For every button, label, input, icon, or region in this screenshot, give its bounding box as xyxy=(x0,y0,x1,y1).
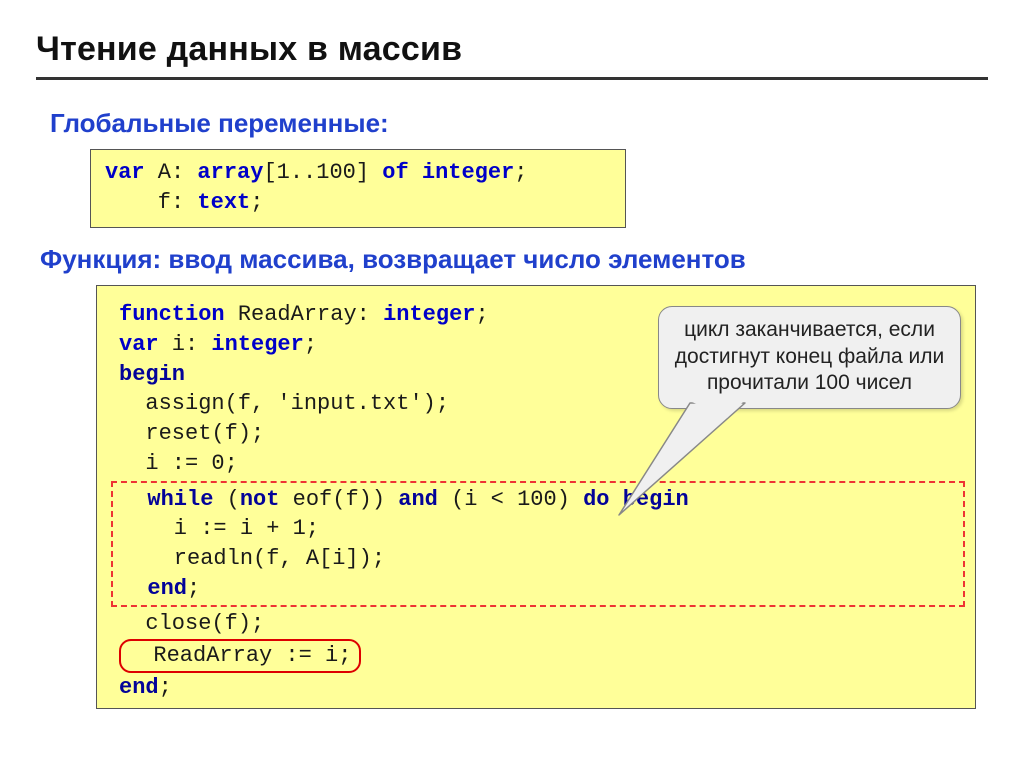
code-line: i := i + 1; xyxy=(121,514,957,544)
page-title: Чтение данных в массив xyxy=(36,30,988,80)
code-line: var A: array[1..100] of integer; xyxy=(105,158,611,188)
subhead-function: Функция: ввод массива, возвращает число … xyxy=(40,244,988,275)
code-box-globals: var A: array[1..100] of integer; f: text… xyxy=(90,149,626,228)
while-loop-highlight: while (not eof(f)) and (i < 100) do begi… xyxy=(111,481,965,608)
code-line: readln(f, A[i]); xyxy=(121,544,957,574)
code-line: end; xyxy=(121,574,957,604)
code-line: ReadArray := i; xyxy=(119,639,959,673)
slide: Чтение данных в массив Глобальные переме… xyxy=(0,0,1024,709)
code-line: while (not eof(f)) and (i < 100) do begi… xyxy=(121,485,957,515)
callout-tooltip: цикл заканчивается, если достигнут конец… xyxy=(658,306,961,409)
code-line: reset(f); xyxy=(119,419,959,449)
code-line: end; xyxy=(119,673,959,703)
subhead-globals: Глобальные переменные: xyxy=(50,108,988,139)
code-box-function: цикл заканчивается, если достигнут конец… xyxy=(96,285,976,709)
return-value-highlight: ReadArray := i; xyxy=(119,639,361,673)
code-line: i := 0; xyxy=(119,449,959,479)
code-line: close(f); xyxy=(119,609,959,639)
code-line: f: text; xyxy=(105,188,611,218)
